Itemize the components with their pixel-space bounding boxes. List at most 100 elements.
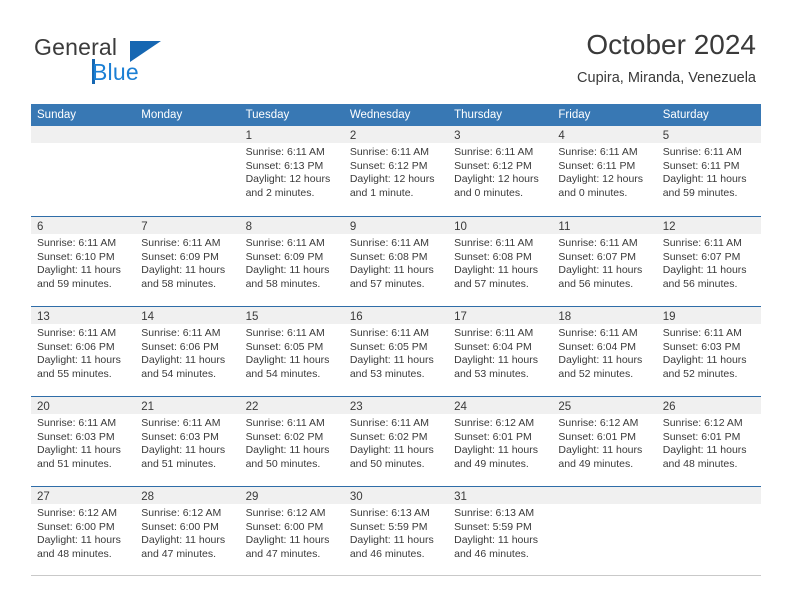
calendar-day-cell[interactable]: 17 Sunrise: 6:11 AM Sunset: 6:04 PM Dayligh…: [448, 307, 553, 396]
calendar-day-cell[interactable]: 24 Sunrise: 6:12 AM Sunset: 6:01 PM Dayligh…: [448, 397, 553, 486]
calendar-day-cell[interactable]: 15 Sunrise: 6:11 AM Sunset: 6:05 PM Dayligh…: [239, 307, 344, 396]
sunrise-text: Sunrise: 6:11 AM: [454, 327, 534, 339]
calendar-day-cell[interactable]: 12 Sunrise: 6:11 AM Sunset: 6:07 PM Dayligh…: [656, 217, 761, 306]
sunrise-text: Sunrise: 6:11 AM: [245, 146, 325, 158]
calendar-day-cell[interactable]: 30 Sunrise: 6:13 AM Sunset: 5:59 PM Dayligh…: [343, 487, 449, 575]
daylight-text-line2: and 49 minutes.: [558, 457, 634, 470]
sunset-text: Sunset: 6:00 PM: [245, 520, 324, 533]
calendar-day-cell[interactable]: 29 Sunrise: 6:12 AM Sunset: 6:00 PM Dayligh…: [239, 487, 344, 575]
day-number-strip: 7: [135, 217, 240, 234]
daylight-text-line1: Daylight: 11 hours: [349, 264, 434, 277]
day-number: 2: [349, 130, 357, 142]
day-details: Sunrise: 6:11 AM Sunset: 6:07 PM Daylight:…: [552, 234, 656, 291]
day-number-strip: [31, 126, 136, 143]
calendar-day-cell[interactable]: 4 Sunrise: 6:11 AM Sunset: 6:11 PM Daylight…: [552, 126, 657, 216]
sunrise-text: Sunrise: 6:12 AM: [558, 417, 639, 429]
daylight-text-line1: Daylight: 11 hours: [37, 444, 121, 457]
sunset-text: Sunset: 6:04 PM: [558, 340, 637, 353]
calendar-day-cell[interactable]: 3 Sunrise: 6:11 AM Sunset: 6:12 PM Daylight…: [448, 126, 553, 216]
calendar-day-cell[interactable]: 22 Sunrise: 6:11 AM Sunset: 6:02 PM Dayligh…: [239, 397, 344, 486]
day-number-strip: 16: [343, 307, 449, 324]
day-number: 15: [245, 311, 259, 323]
day-details: Sunrise: 6:11 AM Sunset: 6:08 PM Daylight:…: [448, 234, 552, 291]
daylight-text-line2: and 2 minutes.: [245, 186, 315, 199]
day-number: 24: [454, 401, 467, 413]
calendar-day-cell[interactable]: 5 Sunrise: 6:11 AM Sunset: 6:11 PM Daylight…: [656, 126, 761, 216]
sunrise-text: Sunrise: 6:11 AM: [245, 417, 325, 429]
sunset-text: Sunset: 6:02 PM: [349, 430, 428, 443]
calendar-day-cell[interactable]: 21 Sunrise: 6:11 AM Sunset: 6:03 PM Dayligh…: [135, 397, 240, 486]
calendar-day-cell[interactable]: 20 Sunrise: 6:11 AM Sunset: 6:03 PM Dayligh…: [31, 397, 136, 486]
sunrise-text: Sunrise: 6:11 AM: [37, 327, 117, 339]
day-details: Sunrise: 6:11 AM Sunset: 6:11 PM Daylight:…: [657, 143, 761, 200]
daylight-text-line2: and 52 minutes.: [558, 367, 634, 380]
calendar-day-cell[interactable]: 14 Sunrise: 6:11 AM Sunset: 6:06 PM Dayligh…: [135, 307, 240, 396]
calendar-day-cell[interactable]: 1 Sunrise: 6:11 AM Sunset: 6:13 PM Daylight…: [239, 126, 344, 216]
calendar-day-cell[interactable]: 28 Sunrise: 6:12 AM Sunset: 6:00 PM Dayligh…: [135, 487, 240, 575]
day-number: 29: [245, 491, 259, 503]
sunset-text: Sunset: 5:59 PM: [349, 520, 428, 533]
calendar-page: General Blue October 2024 Cupira, Mirand…: [0, 0, 792, 612]
daylight-text-line1: Daylight: 11 hours: [245, 534, 330, 547]
day-number: 5: [662, 130, 670, 142]
day-number-strip: 21: [135, 397, 240, 414]
day-details: Sunrise: 6:11 AM Sunset: 6:09 PM Daylight:…: [240, 234, 344, 291]
calendar-day-cell[interactable]: 13 Sunrise: 6:11 AM Sunset: 6:06 PM Dayligh…: [31, 307, 136, 396]
calendar-day-cell[interactable]: 16 Sunrise: 6:11 AM Sunset: 6:05 PM Dayligh…: [343, 307, 449, 396]
daylight-text-line2: and 56 minutes.: [662, 277, 738, 290]
day-number-strip: 31: [448, 487, 553, 504]
sunset-text: Sunset: 6:03 PM: [37, 430, 115, 443]
calendar-day-cell[interactable]: 25 Sunrise: 6:12 AM Sunset: 6:01 PM Dayligh…: [552, 397, 657, 486]
calendar-day-cell[interactable]: 6 Sunrise: 6:11 AM Sunset: 6:10 PM Daylight…: [31, 217, 136, 306]
day-number: 28: [141, 491, 155, 503]
day-number: 9: [349, 221, 357, 233]
sunset-text: Sunset: 6:13 PM: [245, 159, 324, 172]
calendar-day-cell[interactable]: 10 Sunrise: 6:11 AM Sunset: 6:08 PM Dayligh…: [448, 217, 553, 306]
day-details: Sunrise: 6:11 AM Sunset: 6:03 PM Daylight:…: [31, 414, 135, 471]
day-number-strip: 15: [239, 307, 344, 324]
day-number: 3: [454, 130, 461, 142]
daylight-text-line2: and 0 minutes.: [454, 186, 524, 199]
day-number-strip: 29: [239, 487, 344, 504]
sunset-text: Sunset: 6:03 PM: [662, 340, 741, 353]
daylight-text-line2: and 0 minutes.: [558, 186, 628, 199]
daylight-text-line1: Daylight: 11 hours: [454, 264, 538, 277]
page-title: October 2024: [586, 29, 756, 60]
calendar-day-cell[interactable]: 27 Sunrise: 6:12 AM Sunset: 6:00 PM Dayligh…: [31, 487, 136, 575]
calendar-day-cell[interactable]: 9 Sunrise: 6:11 AM Sunset: 6:08 PM Daylight…: [343, 217, 449, 306]
day-number: 30: [349, 491, 363, 503]
sunset-text: Sunset: 6:09 PM: [245, 250, 324, 263]
daylight-text-line2: and 52 minutes.: [662, 367, 738, 380]
daylight-text-line2: and 58 minutes.: [245, 277, 321, 290]
day-number-strip: 6: [31, 217, 136, 234]
weekday-header-tuesday: Tuesday: [245, 109, 290, 121]
daylight-text-line2: and 1 minute.: [349, 186, 414, 199]
day-number: 18: [558, 311, 572, 323]
day-number-strip: [552, 487, 657, 504]
daylight-text-line2: and 51 minutes.: [141, 457, 216, 470]
day-number-strip: 19: [656, 307, 761, 324]
daylight-text-line1: Daylight: 11 hours: [37, 264, 121, 277]
calendar-day-cell[interactable]: 11 Sunrise: 6:11 AM Sunset: 6:07 PM Dayligh…: [552, 217, 657, 306]
calendar-day-cell-empty: [552, 487, 657, 575]
day-number-strip: 12: [656, 217, 761, 234]
day-number: 25: [558, 401, 572, 413]
day-details: Sunrise: 6:11 AM Sunset: 6:04 PM Daylight:…: [448, 324, 552, 381]
day-number: 23: [349, 401, 363, 413]
sunrise-text: Sunrise: 6:12 AM: [37, 507, 117, 519]
daylight-text-line1: Daylight: 11 hours: [245, 354, 330, 367]
calendar-day-cell[interactable]: 19 Sunrise: 6:11 AM Sunset: 6:03 PM Dayligh…: [656, 307, 761, 396]
calendar-day-cell[interactable]: 31 Sunrise: 6:13 AM Sunset: 5:59 PM Dayligh…: [448, 487, 553, 575]
calendar-day-cell[interactable]: 18 Sunrise: 6:11 AM Sunset: 6:04 PM Dayligh…: [552, 307, 657, 396]
day-number-strip: 26: [656, 397, 761, 414]
sunset-text: Sunset: 6:06 PM: [37, 340, 115, 353]
calendar-day-cell[interactable]: 7 Sunrise: 6:11 AM Sunset: 6:09 PM Daylight…: [135, 217, 240, 306]
calendar-day-cell[interactable]: 8 Sunrise: 6:11 AM Sunset: 6:09 PM Daylight…: [239, 217, 344, 306]
calendar-day-cell[interactable]: 23 Sunrise: 6:11 AM Sunset: 6:02 PM Dayligh…: [343, 397, 449, 486]
calendar-day-cell[interactable]: 26 Sunrise: 6:12 AM Sunset: 6:01 PM Dayligh…: [656, 397, 761, 486]
sunrise-text: Sunrise: 6:12 AM: [141, 507, 222, 519]
calendar-day-cell[interactable]: 2 Sunrise: 6:11 AM Sunset: 6:12 PM Daylight…: [343, 126, 449, 216]
logo-word-general: General: [34, 34, 118, 60]
sunrise-text: Sunrise: 6:11 AM: [245, 327, 325, 339]
sunrise-text: Sunrise: 6:11 AM: [662, 237, 742, 249]
